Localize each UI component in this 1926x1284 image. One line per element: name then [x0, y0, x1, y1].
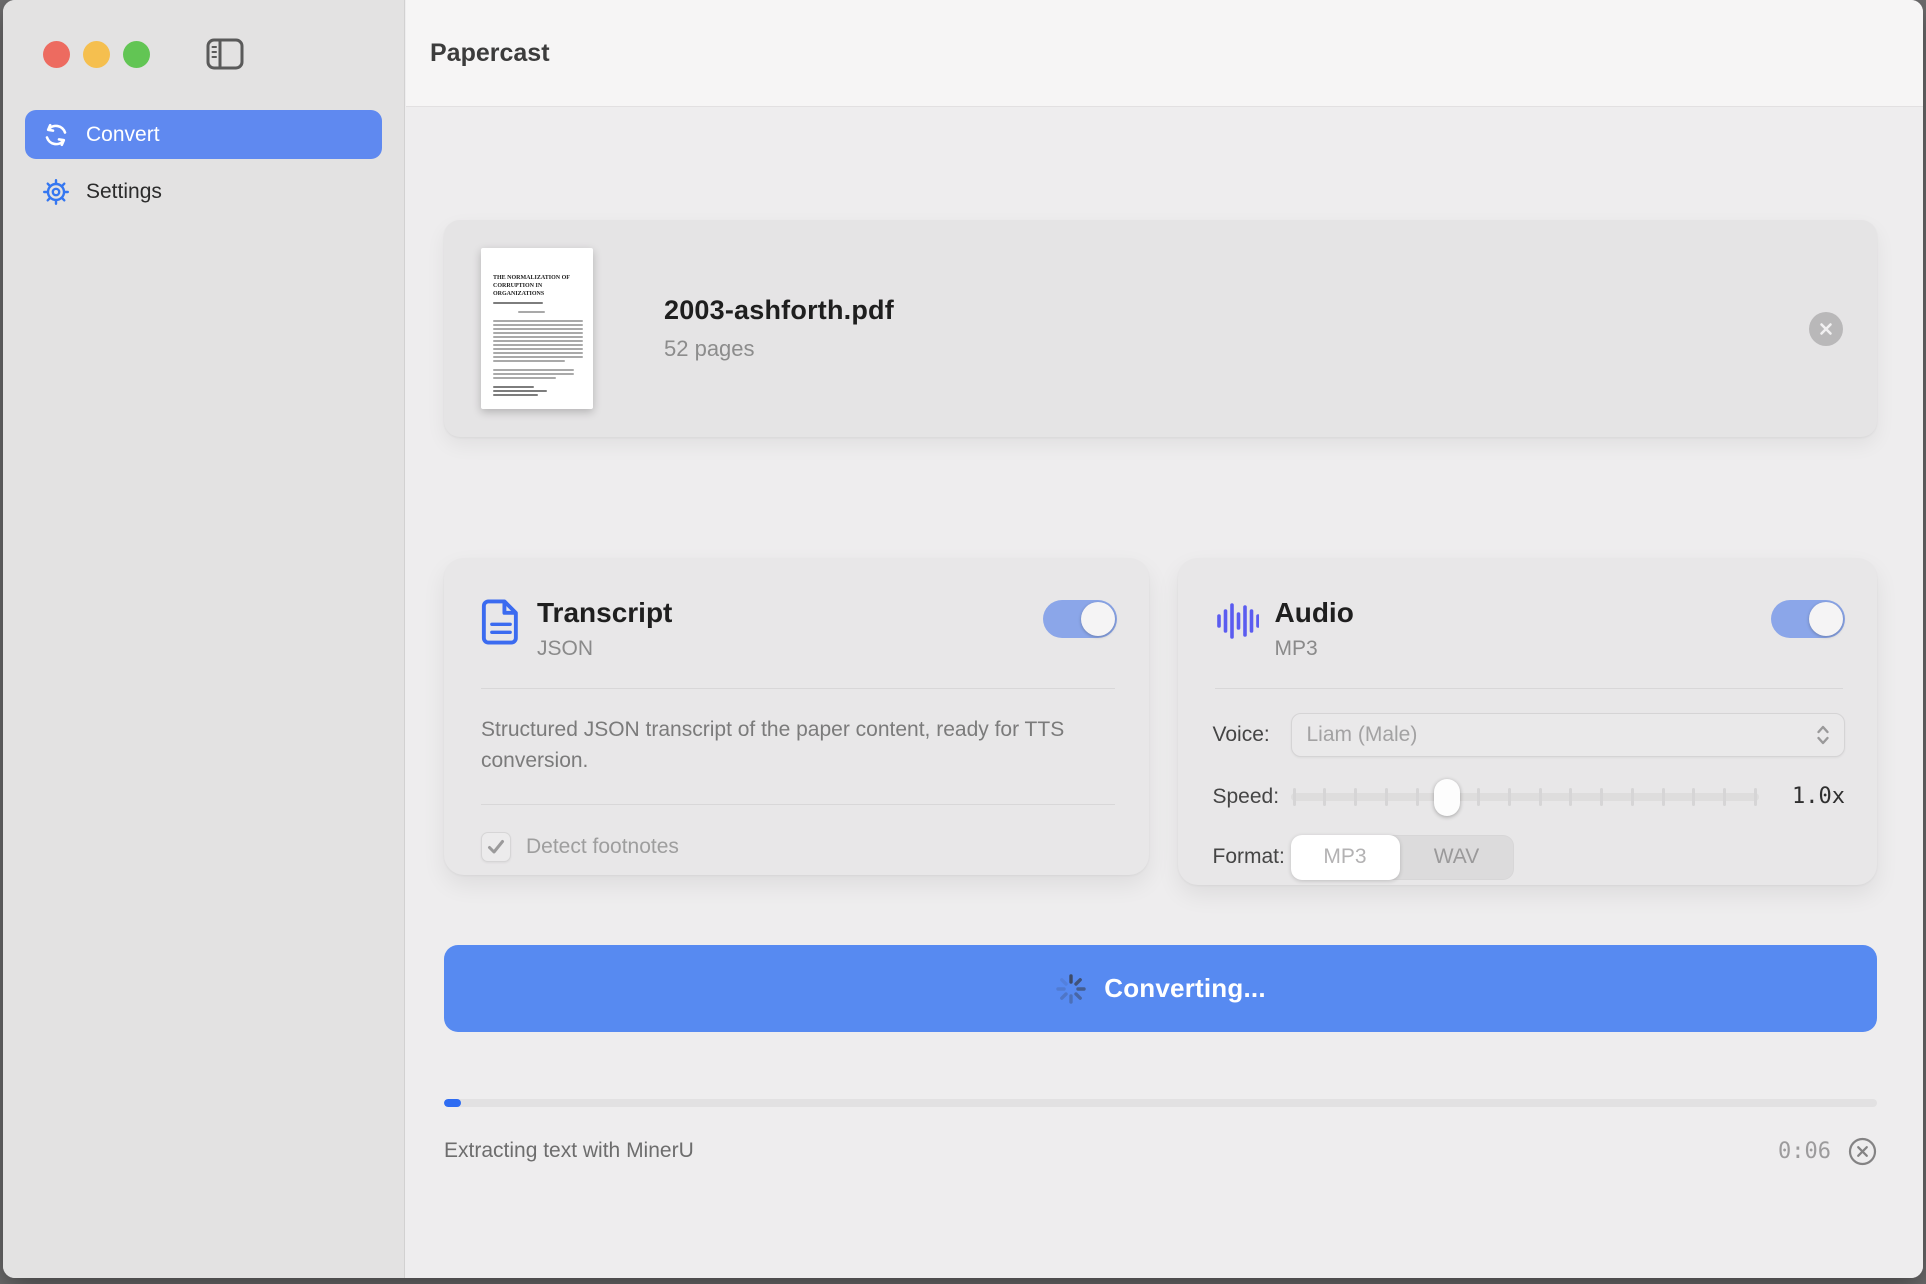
audio-card: Audio MP3 Voice: Liam (Male) — [1178, 558, 1878, 885]
pdf-thumbnail: THE NORMALIZATION OF CORRUPTION IN ORGAN… — [481, 248, 593, 409]
format-label: Format: — [1213, 845, 1291, 869]
slider-knob[interactable] — [1434, 779, 1460, 816]
pdf-thumbnail-title: THE NORMALIZATION OF CORRUPTION IN ORGAN… — [493, 274, 583, 298]
close-window-button[interactable] — [43, 41, 70, 68]
sidebar-item-label: Settings — [86, 180, 162, 204]
detect-footnotes-checkbox[interactable] — [481, 832, 511, 862]
progress-status-text: Extracting text with MinerU — [444, 1139, 1778, 1163]
audio-title: Audio — [1275, 598, 1354, 629]
sidebar-item-label: Convert — [86, 123, 160, 147]
page-title: Papercast — [430, 39, 550, 68]
sync-icon — [41, 120, 71, 150]
status-row: Extracting text with MinerU 0:06 — [444, 1136, 1877, 1166]
document-icon — [481, 598, 521, 646]
speed-row: Speed: 1.0x — [1213, 778, 1846, 816]
file-card: THE NORMALIZATION OF CORRUPTION IN ORGAN… — [444, 220, 1877, 437]
sidebar: Convert — [3, 0, 405, 1278]
titlebar: Papercast — [406, 0, 1923, 107]
transcript-card: Transcript JSON Structured JSON transcri… — [444, 558, 1149, 875]
options-row: Transcript JSON Structured JSON transcri… — [444, 558, 1877, 885]
progress-fill — [444, 1099, 461, 1107]
gear-icon — [41, 177, 71, 207]
toggle-knob — [1081, 602, 1115, 636]
remove-file-button[interactable] — [1809, 312, 1843, 346]
minimize-window-button[interactable] — [83, 41, 110, 68]
transcript-toggle[interactable] — [1043, 600, 1117, 638]
spinner-icon — [1055, 973, 1087, 1005]
sidebar-nav: Convert — [25, 110, 382, 224]
sidebar-toggle-icon[interactable] — [205, 37, 245, 71]
speed-label: Speed: — [1213, 785, 1291, 809]
audio-format: MP3 — [1275, 637, 1354, 661]
slider-ticks — [1293, 788, 1758, 806]
voice-label: Voice: — [1213, 723, 1291, 747]
checkmark-icon — [487, 839, 505, 855]
cancel-conversion-button[interactable] — [1847, 1136, 1877, 1166]
sidebar-item-settings[interactable]: Settings — [25, 167, 382, 216]
divider — [1215, 688, 1844, 689]
speed-slider[interactable] — [1291, 778, 1760, 816]
audio-toggle[interactable] — [1771, 600, 1845, 638]
main-content: THE NORMALIZATION OF CORRUPTION IN ORGAN… — [406, 108, 1923, 1278]
sidebar-item-convert[interactable]: Convert — [25, 110, 382, 159]
traffic-lights — [43, 41, 150, 68]
transcript-description: Structured JSON transcript of the paper … — [444, 689, 1149, 777]
format-option-mp3[interactable]: MP3 — [1291, 835, 1400, 880]
app-window: Convert — [3, 0, 1923, 1278]
zoom-window-button[interactable] — [123, 41, 150, 68]
divider — [481, 804, 1115, 805]
voice-value: Liam (Male) — [1307, 723, 1817, 747]
format-option-wav[interactable]: WAV — [1400, 835, 1514, 880]
convert-button[interactable]: Converting... — [444, 945, 1877, 1032]
chevron-up-down-icon — [1816, 724, 1830, 746]
transcript-format: JSON — [537, 637, 672, 661]
speed-value: 1.0x — [1759, 784, 1845, 809]
voice-row: Voice: Liam (Male) — [1213, 713, 1846, 757]
progress-bar — [444, 1099, 1877, 1107]
toggle-knob — [1809, 602, 1843, 636]
file-name: 2003-ashforth.pdf — [664, 295, 894, 326]
stop-circle-icon — [1848, 1137, 1877, 1166]
close-icon — [1818, 321, 1834, 337]
transcript-title: Transcript — [537, 598, 672, 629]
waveform-icon — [1215, 598, 1259, 644]
file-meta: 2003-ashforth.pdf 52 pages — [664, 295, 894, 362]
voice-select[interactable]: Liam (Male) — [1291, 713, 1846, 757]
elapsed-time: 0:06 — [1778, 1139, 1831, 1164]
file-page-count: 52 pages — [664, 336, 894, 362]
convert-button-label: Converting... — [1104, 973, 1266, 1004]
format-row: Format: MP3 WAV — [1213, 835, 1846, 880]
format-segmented-control: MP3 WAV — [1291, 835, 1514, 880]
detect-footnotes-row: Detect footnotes — [481, 832, 1112, 862]
detect-footnotes-label: Detect footnotes — [526, 835, 679, 859]
